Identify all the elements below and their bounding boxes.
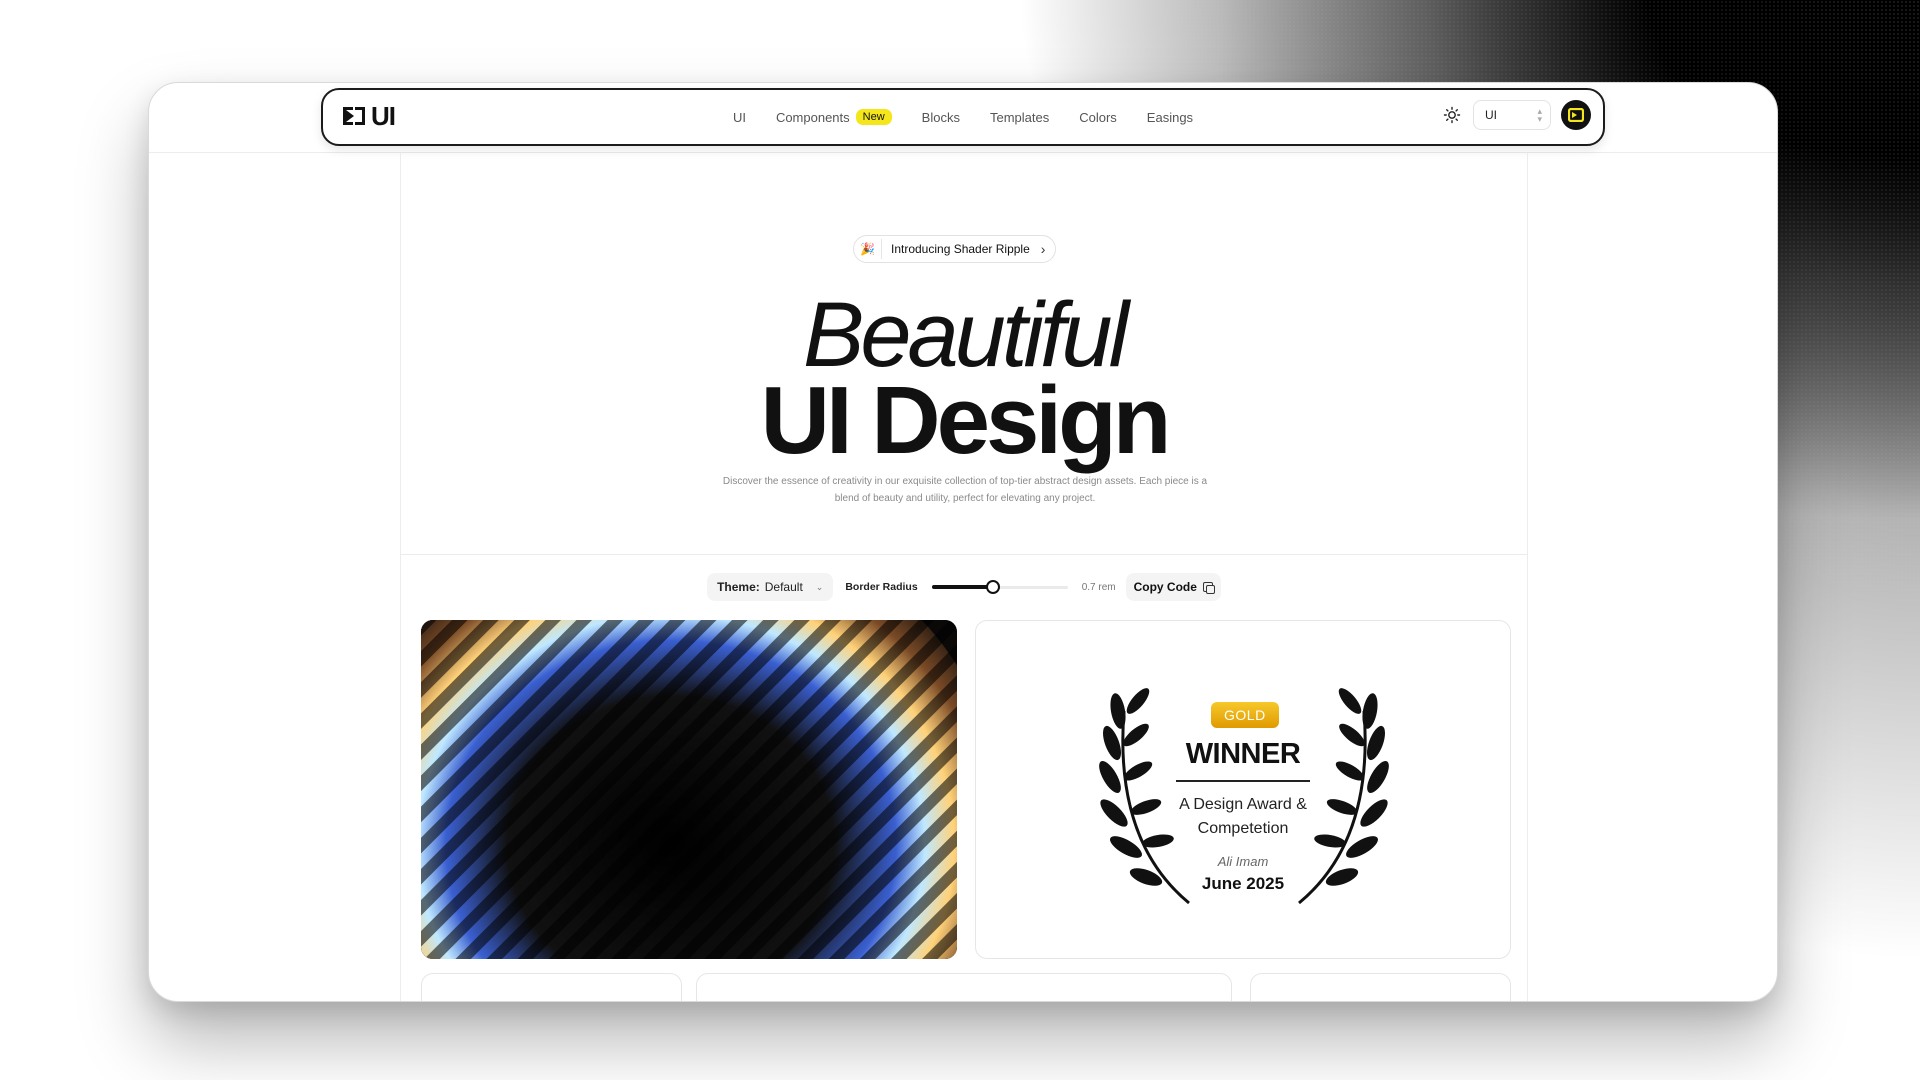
shader-ripple-card[interactable] [421,620,957,959]
theme-dropdown[interactable]: Theme: Default ⌄ [707,573,834,601]
nav-item-label: Easings [1146,109,1194,125]
theme-label: Theme: [717,580,760,594]
controls-toolbar: Theme: Default ⌄ Border Radius 0.7 rem C… [401,573,1527,601]
announcement-text: Introducing Shader Ripple [891,242,1030,256]
award-subtitle: A Design Award & Competetion [976,793,1510,841]
hero-section: 🎉 Introducing Shader Ripple › Beautiful … [401,153,1527,555]
award-author: Ali Imam [1217,854,1269,869]
announcement-pill[interactable]: 🎉 Introducing Shader Ripple › [853,235,1057,263]
chevron-right-icon: › [1040,241,1046,257]
account-button[interactable] [1561,100,1591,130]
library-select-value: UI [1485,108,1497,122]
main-menu: UI Components New Blocks Templates Colors… [323,109,1603,125]
preview-card[interactable] [1250,973,1511,1001]
new-badge: New [855,109,892,125]
border-radius-value: 0.7 rem [1081,581,1116,593]
copy-icon [1202,582,1215,594]
hero-title-line2: UI Design [760,367,1172,474]
nav-item-templates[interactable]: Templates [990,109,1049,125]
sun-icon[interactable] [1443,106,1461,124]
preview-card[interactable] [696,973,1232,1001]
border-radius-label: Border Radius [845,581,918,593]
slider-fill [931,585,993,589]
main-content: 🎉 Introducing Shader Ripple › Beautiful … [400,153,1528,1001]
hero-description: Discover the essence of creativity in ou… [722,476,1208,504]
nav-item-label: Components [775,109,850,125]
award-card[interactable]: GOLD WINNER A Design Award & Competetion… [975,620,1511,959]
updown-chevron-icon: ▴ ▾ [1537,106,1542,124]
nav-item-components[interactable]: Components New [776,109,892,125]
browser-window: UI UI Components New Blocks Templates Col… [148,82,1778,1002]
copy-code-button[interactable]: Copy Code [1125,573,1221,601]
nav-item-ui[interactable]: UI [733,109,746,125]
award-title: WINNER [1185,738,1301,770]
navbar: UI UI Components New Blocks Templates Col… [321,88,1605,146]
nav-item-label: Colors [1079,109,1117,125]
award-subtitle-line1: A Design Award & [1179,796,1307,813]
award-date: June 2025 [1201,874,1285,893]
award-subtitle-line2: Competetion [1197,820,1289,837]
nav-item-colors[interactable]: Colors [1079,109,1117,125]
nav-item-label: Templates [989,109,1050,125]
library-select[interactable]: UI ▴ ▾ [1473,100,1551,130]
slider-thumb[interactable] [985,580,1000,594]
gold-badge: GOLD [1211,702,1279,728]
nav-actions: UI ▴ ▾ [1443,100,1591,130]
party-popper-icon: 🎉 [860,239,882,259]
theme-value: Default [764,580,803,594]
nav-item-label: UI [732,109,746,125]
border-radius-slider[interactable] [931,580,1068,594]
logo-square-icon [1568,108,1584,122]
award-divider [1176,780,1310,782]
chevron-down-icon: ⌄ [815,581,824,592]
shader-ripple-image [421,620,957,959]
copy-code-label: Copy Code [1133,580,1197,594]
top-bar: UI UI Components New Blocks Templates Col… [149,83,1777,153]
preview-card[interactable] [421,973,682,1001]
nav-item-blocks[interactable]: Blocks [922,109,960,125]
nav-item-easings[interactable]: Easings [1147,109,1193,125]
nav-item-label: Blocks [921,109,960,125]
